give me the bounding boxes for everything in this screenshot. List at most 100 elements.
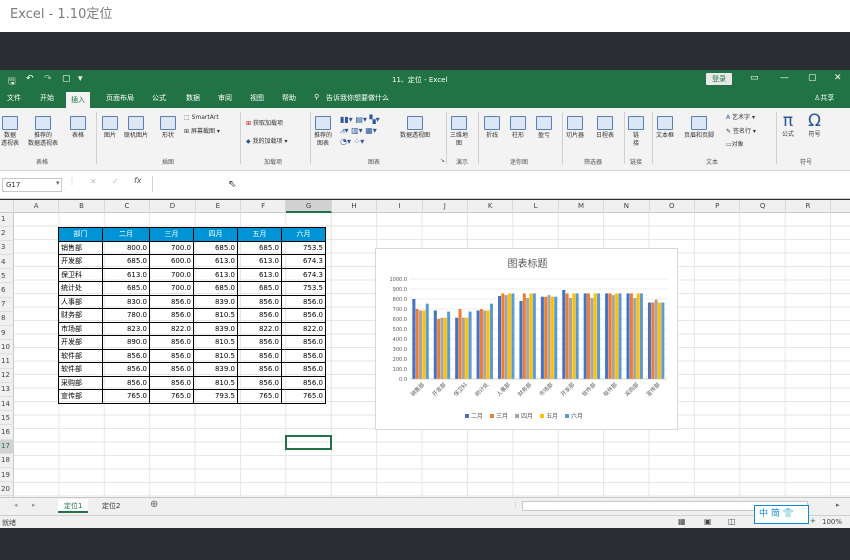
row-header-19[interactable]: 19	[0, 469, 14, 483]
table-header-cell[interactable]: 二月	[102, 227, 150, 242]
department-cell[interactable]: 财务部	[58, 308, 103, 323]
sheet-tab-2[interactable]: 定位2	[96, 499, 126, 513]
value-cell[interactable]: 856.0	[102, 362, 150, 377]
bar[interactable]	[447, 311, 451, 379]
value-cell[interactable]: 856.0	[237, 362, 282, 377]
bar[interactable]	[572, 293, 576, 379]
bar[interactable]	[443, 317, 447, 379]
row-header-2[interactable]: 2	[0, 227, 14, 241]
bar[interactable]	[657, 302, 662, 380]
maximize-icon[interactable]: ▢	[808, 73, 817, 83]
sparkline-winloss-button[interactable]: 盈亏	[536, 116, 552, 140]
bar[interactable]	[615, 293, 619, 379]
bar[interactable]	[647, 302, 651, 380]
bar[interactable]	[608, 293, 612, 379]
row-header-15[interactable]: 15	[0, 412, 14, 426]
bar[interactable]	[590, 297, 594, 379]
screenshot-button[interactable]: ⊞ 屏幕截图 ▾	[184, 128, 220, 136]
table-button[interactable]: 表格	[70, 116, 86, 140]
department-cell[interactable]: 软件部	[58, 348, 103, 363]
tell-me-search[interactable]: 告诉我你想要做什么	[326, 93, 389, 103]
bar[interactable]	[433, 310, 437, 380]
column-header-k[interactable]: K	[468, 200, 514, 213]
column-header-q[interactable]: Q	[740, 200, 786, 213]
row-header-17[interactable]: 17	[0, 440, 14, 454]
value-cell[interactable]: 856.0	[237, 308, 282, 323]
bar[interactable]	[526, 297, 530, 379]
value-cell[interactable]: 800.0	[102, 240, 150, 255]
row-header-16[interactable]: 16	[0, 426, 14, 440]
value-cell[interactable]: 700.0	[149, 240, 194, 255]
value-cell[interactable]: 613.0	[102, 267, 150, 282]
value-cell[interactable]: 753.5	[281, 281, 326, 296]
textbox-button[interactable]: 文本框	[656, 116, 674, 140]
row-header-3[interactable]: 3	[0, 241, 14, 255]
value-cell[interactable]: 856.0	[102, 375, 150, 390]
value-cell[interactable]: 613.0	[193, 254, 238, 269]
column-header-e[interactable]: E	[196, 200, 241, 213]
value-cell[interactable]: 823.0	[102, 321, 150, 336]
table-header-cell[interactable]: 三月	[149, 227, 194, 242]
row-header-14[interactable]: 14	[0, 398, 14, 412]
bar[interactable]	[458, 309, 462, 379]
row-header-13[interactable]: 13	[0, 383, 14, 397]
value-cell[interactable]: 810.5	[193, 308, 238, 323]
bar[interactable]	[547, 295, 551, 379]
bar[interactable]	[425, 303, 429, 379]
value-cell[interactable]: 830.0	[102, 294, 150, 309]
column-header-g[interactable]: G	[286, 200, 332, 213]
value-cell[interactable]: 822.0	[281, 321, 326, 336]
scroll-right-icon[interactable]: ▸	[836, 501, 840, 509]
bar[interactable]	[532, 293, 536, 379]
column-header-d[interactable]: D	[150, 200, 196, 213]
value-cell[interactable]: 685.0	[193, 281, 238, 296]
bar[interactable]	[554, 296, 558, 379]
column-header-f[interactable]: F	[241, 200, 287, 213]
value-cell[interactable]: 856.0	[281, 335, 326, 350]
object-button[interactable]: ▭对象	[726, 141, 744, 149]
department-cell[interactable]: 宣传部	[58, 389, 103, 404]
bar[interactable]	[597, 293, 601, 379]
row-header-9[interactable]: 9	[0, 327, 14, 341]
get-addins-button[interactable]: ⊞ 获取加载项	[246, 120, 283, 128]
value-cell[interactable]: 613.0	[193, 267, 238, 282]
tab-review[interactable]: 审阅	[218, 93, 232, 103]
bar[interactable]	[654, 299, 658, 379]
bar[interactable]	[504, 295, 508, 379]
bar[interactable]	[661, 302, 665, 380]
bar[interactable]	[489, 303, 494, 379]
value-cell[interactable]: 856.0	[281, 308, 326, 323]
chart-title[interactable]: 图表标题	[508, 257, 548, 270]
bar[interactable]	[486, 310, 490, 380]
row-header-1[interactable]: 1	[0, 213, 14, 227]
value-cell[interactable]: 810.5	[193, 375, 238, 390]
timeline-button[interactable]: 日程表	[596, 116, 614, 140]
smartart-button[interactable]: ⬚ SmartArt	[184, 114, 219, 122]
bar[interactable]	[562, 290, 566, 379]
tab-file[interactable]: 文件	[7, 93, 21, 103]
value-cell[interactable]: 839.0	[193, 294, 238, 309]
enter-icon[interactable]: ✓	[112, 177, 119, 186]
select-all-corner[interactable]	[0, 200, 14, 213]
equation-button[interactable]: π 公式	[782, 112, 794, 139]
bar[interactable]	[437, 319, 441, 379]
value-cell[interactable]: 685.0	[102, 281, 150, 296]
value-cell[interactable]: 793.5	[193, 389, 238, 404]
column-header-b[interactable]: B	[59, 200, 105, 213]
bar[interactable]	[422, 310, 426, 380]
value-cell[interactable]: 613.0	[237, 254, 282, 269]
bar[interactable]	[468, 311, 472, 379]
chart-type-buttons[interactable]: ▮▮▾ ▤▾ ▚▾ ⩘▾ ▥▾ ▦▾ ◔▾ ⁘▾	[340, 114, 380, 147]
value-cell[interactable]: 765.0	[149, 389, 194, 404]
pivot-table-button[interactable]: 数据 透视表	[1, 116, 19, 148]
my-addins-button[interactable]: ◆ 我的加载项 ▾	[246, 138, 287, 146]
value-cell[interactable]: 839.0	[193, 321, 238, 336]
row-header-10[interactable]: 10	[0, 341, 14, 355]
value-cell[interactable]: 856.0	[281, 294, 326, 309]
value-cell[interactable]: 685.0	[237, 240, 282, 255]
department-cell[interactable]: 开发部	[58, 254, 103, 269]
chart[interactable]: 图表标题 0.0 100.0 200.0 300.0 400.0 500.0 600.0 700…	[375, 248, 678, 430]
column-header-o[interactable]: O	[650, 200, 695, 213]
bar[interactable]	[611, 295, 615, 379]
bar[interactable]	[568, 297, 572, 379]
